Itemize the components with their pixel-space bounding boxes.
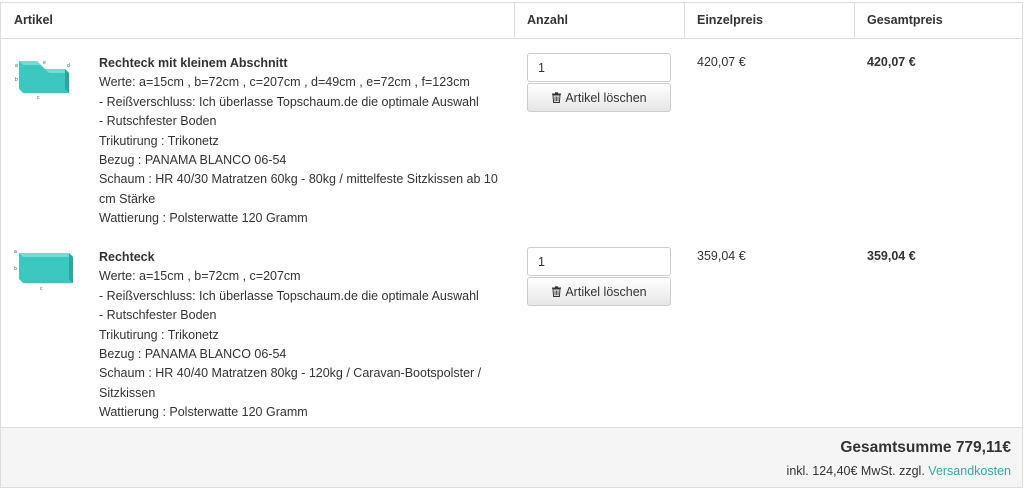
item-detail-line: Werte: a=15cm , b=72cm , c=207cm — [99, 269, 301, 284]
item-name: Rechteck mit kleinem Abschnitt — [99, 56, 288, 70]
item-detail-line: Wattierung : Polsterwatte 120 Gramm — [99, 211, 308, 226]
dimension-label: b — [14, 266, 17, 272]
item-details: Rechteck Werte: a=15cm , b=72cm , c=207c… — [99, 248, 509, 423]
quantity-input[interactable] — [527, 53, 671, 82]
vat-note: inkl. 124,40€ MwSt. zzgl. Versandkosten — [787, 464, 1011, 478]
total-price: 420,07 € — [867, 55, 916, 69]
item-detail-line: Bezug : PANAMA BLANCO 06-54 — [99, 153, 287, 168]
delete-item-button[interactable]: Artikel löschen — [527, 277, 671, 306]
item-name: Rechteck — [99, 250, 155, 264]
item-detail-line: Bezug : PANAMA BLANCO 06-54 — [99, 347, 287, 362]
dimension-label: e — [43, 60, 46, 66]
dimension-label: a — [15, 63, 18, 69]
column-header-total-price: Gesamtpreis — [867, 13, 943, 27]
product-thumbnail-cut-rectangle: a b c d e — [15, 60, 70, 101]
item-detail-line: Wattierung : Polsterwatte 120 Gramm — [99, 405, 308, 420]
dimension-label: d — [67, 63, 70, 69]
item-detail-line: - Rutschfester Boden — [99, 308, 217, 323]
column-header-article: Artikel — [14, 13, 53, 27]
delete-item-label: Artikel löschen — [565, 284, 647, 299]
product-thumbnail-rectangle: a b c — [14, 249, 73, 291]
quantity-input[interactable] — [527, 247, 671, 276]
trash-icon — [552, 286, 562, 297]
dimension-label: c — [40, 286, 43, 291]
column-header-unit-price: Einzelpreis — [697, 13, 763, 27]
grand-total: Gesamtsumme 779,11€ — [840, 439, 1011, 456]
dimension-label: b — [15, 77, 18, 83]
column-header-quantity: Anzahl — [527, 13, 568, 27]
delete-item-button[interactable]: Artikel löschen — [527, 83, 671, 112]
item-detail-line: Trikutirung : Trikonetz — [99, 133, 219, 148]
unit-price: 420,07 € — [697, 55, 746, 69]
unit-price: 359,04 € — [697, 249, 746, 263]
item-detail-line: - Reißverschluss: Ich überlasse Topschau… — [99, 288, 479, 303]
cart-item-row: a b c Rechteck Werte: a=15cm , b=72cm , … — [1, 233, 1022, 427]
cart-summary: Gesamtsumme 779,11€ inkl. 124,40€ MwSt. … — [1, 427, 1022, 487]
shopping-cart-table: Artikel Anzahl Einzelpreis Gesamtpreis a… — [0, 2, 1023, 488]
cart-item-row: a b c d e Rechteck mit kleinem Abschnitt… — [1, 39, 1022, 233]
trash-icon — [552, 92, 562, 103]
item-details: Rechteck mit kleinem Abschnitt Werte: a=… — [99, 54, 509, 229]
delete-item-label: Artikel löschen — [565, 90, 647, 105]
item-detail-line: Trikutirung : Trikonetz — [99, 327, 219, 342]
item-detail-line: Schaum : HR 40/30 Matratzen 60kg - 80kg … — [99, 172, 498, 206]
item-detail-line: - Reißverschluss: Ich überlasse Topschau… — [99, 94, 479, 109]
vat-text: inkl. 124,40€ MwSt. zzgl. — [786, 464, 925, 478]
shipping-costs-link[interactable]: Versandkosten — [928, 464, 1011, 478]
table-header: Artikel Anzahl Einzelpreis Gesamtpreis — [1, 3, 1022, 39]
total-price: 359,04 € — [867, 249, 916, 263]
item-detail-line: - Rutschfester Boden — [99, 114, 217, 129]
item-detail-line: Schaum : HR 40/40 Matratzen 80kg - 120kg… — [99, 366, 482, 400]
item-detail-line: Werte: a=15cm , b=72cm , c=207cm , d=49c… — [99, 75, 470, 90]
dimension-label: c — [37, 95, 40, 101]
dimension-label: a — [14, 249, 17, 255]
